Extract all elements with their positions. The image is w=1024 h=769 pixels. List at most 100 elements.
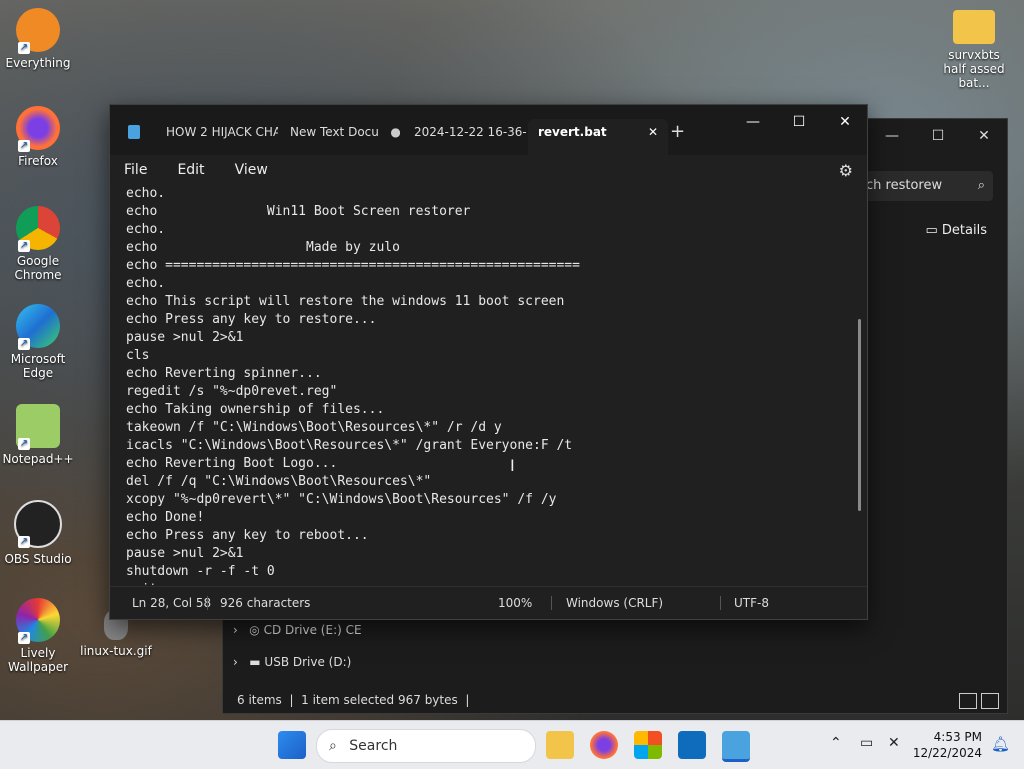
- status-divider: [720, 596, 721, 610]
- tab-label: New Text Docu: [290, 125, 379, 139]
- nav-item-label: USB Drive (D:): [264, 655, 352, 669]
- usb-drive-icon: ▬: [249, 655, 265, 669]
- taskbar-search[interactable]: ⌕ Search: [316, 729, 536, 763]
- status-divider: [551, 596, 552, 610]
- status-divider: [207, 596, 208, 610]
- cd-drive-icon: ◎: [249, 623, 264, 637]
- menu-edit[interactable]: Edit: [177, 162, 204, 178]
- tab-label: HOW 2 HIJACK CHAN: [166, 125, 278, 139]
- details-label: Details: [941, 223, 987, 238]
- outlook-icon[interactable]: [678, 731, 706, 759]
- volume-muted-icon[interactable]: ✕: [888, 735, 900, 751]
- desktop-icon-firefox[interactable]: ↗ Firefox: [2, 106, 74, 168]
- clock-date: 12/22/2024: [912, 746, 982, 760]
- everything-icon: ↗: [16, 8, 60, 54]
- tab-new-text-doc[interactable]: New Text Docu ●: [290, 119, 400, 153]
- notepadpp-icon: ↗: [16, 404, 60, 450]
- tab-label: revert.bat: [538, 125, 607, 139]
- explorer-search-input[interactable]: arch restorew ⌕: [847, 171, 993, 201]
- details-pane-icon: ▭: [925, 223, 938, 238]
- details-button[interactable]: ▭ Details: [925, 223, 987, 238]
- explorer-status-bar: 6 items | 1 item selected 967 bytes |: [237, 693, 470, 707]
- firefox-icon[interactable]: [590, 731, 618, 759]
- maximize-icon[interactable]: ☐: [776, 107, 822, 137]
- lively-icon: ↗: [16, 598, 60, 644]
- close-icon[interactable]: ✕: [822, 107, 868, 137]
- desktop-icon-label: OBS Studio: [4, 552, 72, 566]
- chevron-right-icon: ›: [233, 655, 246, 669]
- menu-file[interactable]: File: [124, 162, 147, 178]
- vertical-scrollbar[interactable]: [858, 319, 861, 511]
- zoom-level[interactable]: 100%: [498, 596, 532, 610]
- text-editor[interactable]: echo. echo Win11 Boot Screen restorer ec…: [110, 185, 867, 585]
- desktop-icon-label: linux-tux.gif: [80, 644, 152, 658]
- nav-item-cd-drive[interactable]: › ◎ CD Drive (E:) CE: [233, 623, 362, 637]
- file-explorer-icon[interactable]: [546, 731, 574, 759]
- desktop-icon-lively[interactable]: ↗ Lively Wallpaper: [2, 598, 74, 674]
- cursor-position: Ln 28, Col 58: [132, 596, 212, 610]
- line-ending[interactable]: Windows (CRLF): [566, 596, 663, 610]
- nav-item-label: CD Drive (E:) CE: [263, 623, 362, 637]
- desktop-icon-edge[interactable]: ↗ Microsoft Edge: [2, 304, 74, 380]
- minimize-icon[interactable]: —: [869, 119, 915, 153]
- close-icon[interactable]: ✕: [961, 119, 1007, 153]
- desktop-icon-label: Lively Wallpaper: [7, 646, 69, 674]
- desktop-icon-label: Notepad++: [2, 452, 74, 466]
- tab-label: 2024-12-22 16-36-31: [414, 125, 526, 139]
- code-text: echo. echo Win11 Boot Screen restorer ec…: [126, 186, 580, 585]
- unsaved-dot-icon: ●: [382, 125, 400, 139]
- desktop-icon-label: survxbts half assed bat...: [943, 48, 1005, 90]
- desktop-icon-label: Microsoft Edge: [10, 352, 66, 380]
- desktop-icon-label: Firefox: [18, 154, 58, 168]
- obs-icon: ↗: [14, 500, 62, 548]
- chevron-right-icon: ›: [233, 623, 246, 637]
- chevron-up-icon[interactable]: ⌃: [830, 735, 842, 751]
- chrome-icon: ↗: [16, 206, 60, 252]
- character-count: 926 characters: [220, 596, 311, 610]
- view-toggle: [959, 693, 999, 709]
- text-cursor-icon: I: [510, 456, 515, 475]
- search-icon: ⌕: [977, 178, 985, 193]
- desktop-icon-obs[interactable]: ↗ OBS Studio: [2, 500, 74, 566]
- desktop-icon-label: Everything: [5, 56, 71, 70]
- notepad-icon[interactable]: [722, 731, 750, 762]
- nav-item-usb-drive[interactable]: › ▬ USB Drive (D:): [233, 655, 351, 669]
- notepad-window[interactable]: HOW 2 HIJACK CHAN New Text Docu ● 2024-1…: [109, 104, 868, 620]
- network-icon[interactable]: ▭: [860, 735, 873, 751]
- microsoft-store-icon[interactable]: [634, 731, 662, 759]
- tiles-view-icon[interactable]: [981, 693, 999, 709]
- folder-icon: [953, 10, 995, 44]
- search-label: Search: [349, 738, 398, 754]
- minimize-icon[interactable]: —: [730, 107, 776, 137]
- tab-close-icon[interactable]: ✕: [648, 119, 658, 145]
- gear-icon[interactable]: ⚙: [839, 161, 853, 180]
- desktop-icon-folder[interactable]: survxbts half assed bat...: [938, 10, 1010, 90]
- tab-how2hijack[interactable]: HOW 2 HIJACK CHAN: [166, 119, 278, 153]
- menu-bar: File Edit View ⚙: [110, 155, 867, 185]
- new-tab-icon[interactable]: +: [670, 119, 685, 145]
- desktop-icon-chrome[interactable]: ↗ Google Chrome: [2, 206, 74, 282]
- details-view-icon[interactable]: [959, 693, 977, 709]
- encoding[interactable]: UTF-8: [734, 596, 769, 610]
- notification-bell-icon[interactable]: 🔔︎: [991, 735, 1010, 753]
- desktop-icon-notepadpp[interactable]: ↗ Notepad++: [2, 404, 74, 466]
- system-clock[interactable]: 4:53 PM 12/22/2024: [913, 729, 982, 761]
- taskbar: ⌕ Search ⌃ ▭ ✕ 4:53 PM 12/22/2024 🔔︎: [0, 720, 1024, 769]
- clock-time: 4:53 PM: [933, 730, 982, 744]
- notepad-app-icon: [128, 125, 140, 139]
- firefox-icon: ↗: [16, 106, 60, 152]
- tab-2024-12-22[interactable]: 2024-12-22 16-36-31: [414, 119, 526, 153]
- tab-revert-bat[interactable]: revert.bat ✕: [528, 119, 668, 155]
- item-count: 6 items: [237, 693, 282, 707]
- menu-view[interactable]: View: [235, 162, 268, 178]
- search-icon: ⌕: [329, 738, 337, 754]
- edge-icon: ↗: [16, 304, 60, 350]
- desktop-icon-everything[interactable]: ↗ Everything: [2, 8, 74, 70]
- explorer-window-controls: — ☐ ✕: [869, 119, 1007, 153]
- notepad-status-bar: Ln 28, Col 58 926 characters 100% Window…: [110, 586, 867, 619]
- maximize-icon[interactable]: ☐: [915, 119, 961, 153]
- selection-info: 1 item selected 967 bytes: [301, 693, 458, 707]
- tab-strip: HOW 2 HIJACK CHAN New Text Docu ● 2024-1…: [110, 105, 867, 155]
- desktop-icon-label: Google Chrome: [14, 254, 62, 282]
- start-windows-icon[interactable]: [278, 731, 306, 759]
